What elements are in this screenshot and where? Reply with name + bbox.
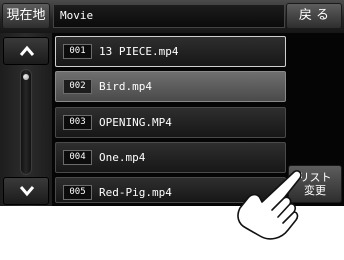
current-location-button[interactable]: 現在地	[2, 3, 50, 29]
scroll-down-button[interactable]	[3, 177, 49, 205]
file-number: 002	[63, 79, 92, 94]
scrollbar-thumb[interactable]	[23, 74, 29, 80]
scroll-up-button[interactable]	[3, 37, 49, 65]
chevron-down-icon	[19, 186, 35, 197]
top-bar: 現在地 Movie 戻 る	[0, 0, 344, 33]
file-name: One.mp4	[99, 151, 146, 164]
hand-pointer-icon	[237, 170, 302, 240]
back-button[interactable]: 戻 る	[286, 3, 342, 29]
file-row-002[interactable]: 002 Bird.mp4	[55, 71, 286, 102]
folder-title: Movie	[53, 4, 285, 28]
file-number: 005	[63, 185, 92, 200]
file-name: Bird.mp4	[99, 80, 152, 93]
chevron-up-icon	[19, 45, 35, 56]
file-number: 003	[63, 115, 92, 130]
file-number: 004	[63, 150, 92, 165]
scroll-rail	[0, 33, 52, 206]
file-row-003[interactable]: 003 OPENING.MP4	[55, 107, 286, 138]
file-row-001[interactable]: 001 13 PIECE.mp4	[55, 36, 286, 67]
file-name: 13 PIECE.mp4	[99, 45, 179, 58]
file-number: 001	[63, 44, 92, 59]
scrollbar-track[interactable]	[20, 69, 32, 175]
file-name: OPENING.MP4	[99, 116, 172, 129]
file-name: Red-Pig.mp4	[99, 186, 172, 199]
